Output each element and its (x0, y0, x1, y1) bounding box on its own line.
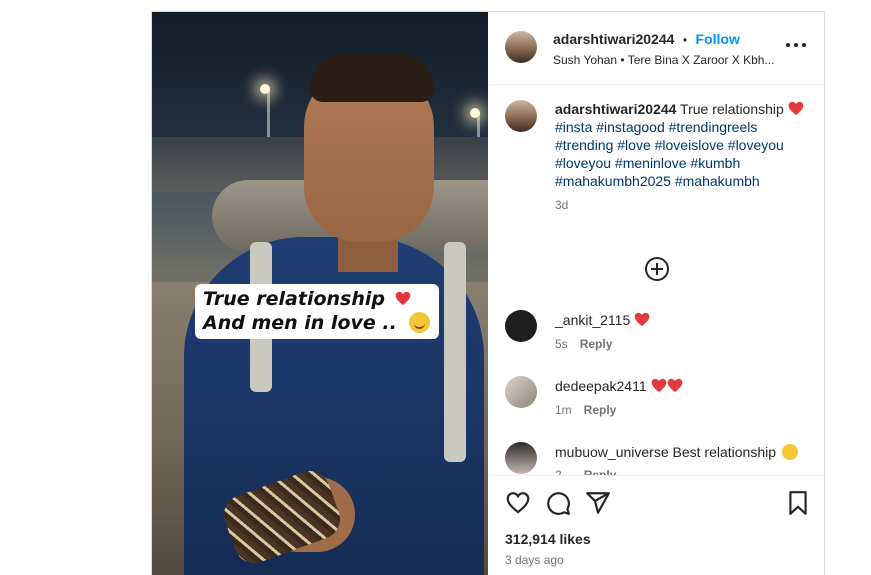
comment-avatar[interactable] (505, 310, 537, 342)
author-line: adarshtiwari20244 • Follow (553, 31, 740, 49)
audio-track[interactable]: Sush Yohan • Tere Bina X Zaroor X Kbh... (553, 53, 774, 67)
comment-meta: 5s Reply (555, 337, 612, 351)
share-icon[interactable] (585, 490, 611, 516)
author-username[interactable]: adarshtiwari20244 (553, 31, 674, 47)
comment-username[interactable]: dedeepak2411 (555, 378, 647, 394)
separator-dot: • (682, 33, 688, 47)
comment-2: dedeepak2411 (555, 378, 683, 394)
caption-text: True relationship (680, 101, 784, 117)
bag-strap (444, 242, 466, 462)
lamp-glow (470, 108, 480, 118)
red-heart-emoji-icon (667, 378, 682, 393)
caption-hashtags[interactable]: #insta #instagood #trendingreels #trendi… (555, 119, 784, 189)
add-comment-icon[interactable] (645, 257, 669, 281)
comment-text: Best relationship (672, 444, 777, 460)
comment-time: 1m (555, 403, 572, 417)
heart-eyes-emoji-icon (781, 444, 798, 460)
comment-time: 5s (555, 337, 568, 351)
post-header: adarshtiwari20244 • Follow Sush Yohan • … (489, 12, 824, 85)
red-heart-emoji-icon (788, 101, 804, 116)
post-side-panel: adarshtiwari20244 • Follow Sush Yohan • … (489, 12, 824, 575)
red-heart-emoji-icon (634, 312, 650, 327)
reply-button[interactable]: Reply (580, 337, 613, 351)
person-hair (310, 54, 434, 102)
comment-1: _ankit_2115 (555, 312, 650, 328)
bookmark-icon[interactable] (785, 490, 811, 516)
comment-username[interactable]: _ankit_2115 (555, 312, 630, 328)
post-media[interactable]: True relationship And men in love .. (152, 12, 488, 575)
smile-emoji-icon (408, 312, 430, 333)
more-options-icon[interactable] (786, 43, 806, 49)
red-heart-emoji-icon (651, 378, 666, 393)
comment-username[interactable]: mubuow_universe (555, 444, 669, 460)
comment-meta: 1m Reply (555, 403, 616, 417)
lamp-glow (260, 84, 270, 94)
video-caption: True relationship And men in love .. (195, 284, 439, 339)
post-actions: 312,914 likes 3 days ago (489, 475, 824, 575)
caption-line-2: And men in love .. (203, 311, 430, 335)
comment-avatar[interactable] (505, 442, 537, 474)
comment-avatar[interactable] (505, 376, 537, 408)
likes-count[interactable]: 312,914 likes (505, 531, 591, 547)
caption-username[interactable]: adarshtiwari20244 (555, 101, 676, 117)
caption-avatar[interactable] (505, 100, 537, 132)
heart-emoji-icon (395, 291, 411, 306)
instagram-post: True relationship And men in love .. ada… (151, 11, 825, 575)
author-avatar[interactable] (505, 31, 537, 63)
follow-button[interactable]: Follow (696, 31, 740, 47)
heart-icon[interactable] (505, 490, 531, 516)
comment-3: mubuow_universe Best relationship (555, 444, 798, 460)
reply-button[interactable]: Reply (584, 403, 617, 417)
caption-line-1: True relationship (203, 287, 430, 311)
comment-icon[interactable] (545, 490, 571, 516)
post-date: 3 days ago (505, 553, 564, 567)
caption-time: 3d (555, 198, 569, 212)
post-caption: adarshtiwari20244 True relationship #ins… (555, 100, 805, 214)
